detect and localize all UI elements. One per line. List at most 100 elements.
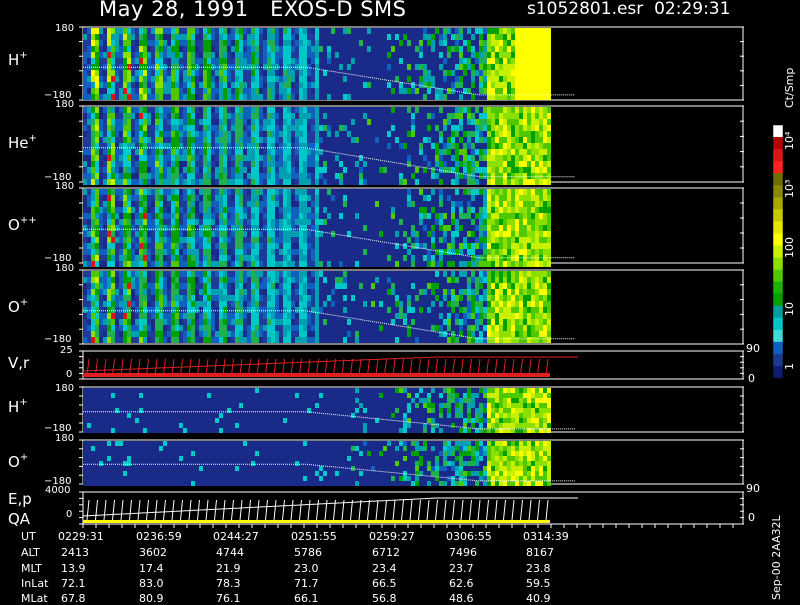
colorbar-segment [773, 282, 783, 295]
y-tick: 0 [66, 509, 72, 520]
right-tick: 90 [746, 342, 760, 355]
panel-label-qa: QA [8, 510, 30, 528]
ephemeris-cell: 71.7 [294, 577, 319, 590]
ephemeris-cell: 59.5 [526, 577, 551, 590]
y-tick: 180 [55, 433, 74, 444]
colorbar-tick: 1 [783, 363, 796, 370]
panel-5 [79, 387, 744, 433]
colorbar-segment [773, 306, 783, 319]
colorbar-segment [773, 245, 783, 258]
panel-label-h-plus: H+ [8, 50, 28, 69]
y-tick: −180 [44, 334, 71, 345]
colorbar-segment [773, 161, 783, 174]
ephemeris-cell: 0229:31 [58, 530, 104, 543]
colorbar-segment [773, 354, 783, 367]
ephemeris-cell: 23.7 [449, 562, 474, 575]
file-info: s1052801.esr 02:29:31 [527, 0, 730, 19]
ephemeris-cell: 8167 [526, 546, 554, 559]
y-tick: 0 [66, 369, 72, 380]
ephemeris-cell: 3602 [139, 546, 167, 559]
panel-label-vr: V,r [8, 354, 29, 372]
ephemeris-cell: 13.9 [61, 562, 86, 575]
panel-label-h-plus-2: H+ [8, 397, 28, 416]
colorbar-segment [773, 258, 783, 271]
y-tick: 180 [55, 383, 74, 394]
panel-label-ep: E,p [8, 490, 32, 508]
ephemeris-row-label: MLat [21, 592, 48, 605]
spectrogram-plot [0, 0, 800, 600]
colorbar-segment [773, 318, 783, 331]
colorbar-segment [773, 197, 783, 210]
ephemeris-cell: 0259:27 [369, 530, 415, 543]
colorbar-segment [773, 149, 783, 162]
colorbar-segment [773, 270, 783, 283]
ephemeris-cell: 17.4 [139, 562, 164, 575]
ephemeris-cell: 83.0 [139, 577, 164, 590]
panel-0 [79, 27, 744, 100]
colorbar-segment [773, 137, 783, 150]
colorbar-segment [773, 342, 783, 355]
ephemeris-cell: 48.6 [449, 592, 474, 605]
right-tick: 90 [746, 482, 760, 495]
ephemeris-row-label: ALT [21, 546, 40, 559]
ephemeris-cell: 40.9 [526, 592, 551, 605]
panel-1 [79, 106, 744, 185]
y-tick: 180 [55, 99, 74, 110]
ephemeris-cell: 76.1 [216, 592, 241, 605]
right-tick: 0 [748, 511, 755, 524]
footer-code: Sep-00 2AA32L [770, 515, 783, 600]
colorbar-segment [773, 221, 783, 234]
colorbar-tick: 100 [783, 237, 796, 258]
panel-7 [79, 492, 744, 524]
panel-label-o-plus: O+ [8, 297, 28, 316]
ephemeris-cell: 23.4 [372, 562, 397, 575]
ephemeris-cell: 0244:27 [213, 530, 259, 543]
y-tick: 180 [55, 263, 74, 274]
y-tick: 4000 [45, 485, 70, 496]
ephemeris-cell: 4744 [216, 546, 244, 559]
colorbar-segment [773, 173, 783, 186]
y-tick: 180 [55, 23, 74, 34]
ephemeris-cell: 72.1 [61, 577, 86, 590]
panel-label-he-plus: He+ [8, 133, 37, 152]
colorbar-segment [773, 233, 783, 246]
ephemeris-row-label: InLat [21, 577, 48, 590]
colorbar-tick: 10³ [783, 180, 796, 198]
y-tick: 180 [55, 181, 74, 192]
ephemeris-cell: 5786 [294, 546, 322, 559]
colorbar-tick: 10 [783, 302, 796, 316]
ephemeris-cell: 6712 [372, 546, 400, 559]
ephemeris-cell: 0236:59 [136, 530, 182, 543]
colorbar-segment [773, 330, 783, 343]
ephemeris-cell: 2413 [61, 546, 89, 559]
ephemeris-cell: 23.8 [526, 562, 551, 575]
ephemeris-cell: 56.8 [372, 592, 397, 605]
panel-4 [79, 351, 744, 379]
y-tick: 25 [60, 345, 73, 356]
right-tick: 0 [748, 372, 755, 385]
ephemeris-row-label: MLT [21, 562, 42, 575]
colorbar-segment [773, 294, 783, 307]
ephemeris-cell: 80.9 [139, 592, 164, 605]
colorbar-units: Ct/Smp [783, 68, 796, 108]
ephemeris-cell: 67.8 [61, 592, 86, 605]
colorbar-segment [773, 125, 783, 138]
ephemeris-cell: 23.0 [294, 562, 319, 575]
colorbar-tick: 10⁴ [783, 132, 796, 150]
page-title: May 28, 1991 EXOS-D SMS [99, 0, 407, 21]
ephemeris-cell: 0314:39 [523, 530, 569, 543]
ephemeris-row-label: UT [21, 530, 36, 543]
colorbar-segment [773, 209, 783, 222]
ephemeris-cell: 66.5 [372, 577, 397, 590]
ephemeris-cell: 21.9 [216, 562, 241, 575]
colorbar-segment [773, 366, 783, 379]
colorbar-segment [773, 185, 783, 198]
ephemeris-cell: 0251:55 [291, 530, 337, 543]
ephemeris-cell: 78.3 [216, 577, 241, 590]
ephemeris-cell: 7496 [449, 546, 477, 559]
panel-label-o-plus-2: O+ [8, 452, 28, 471]
ephemeris-cell: 0306:55 [446, 530, 492, 543]
ephemeris-cell: 62.6 [449, 577, 474, 590]
ephemeris-cell: 66.1 [294, 592, 319, 605]
panel-6 [79, 440, 744, 486]
